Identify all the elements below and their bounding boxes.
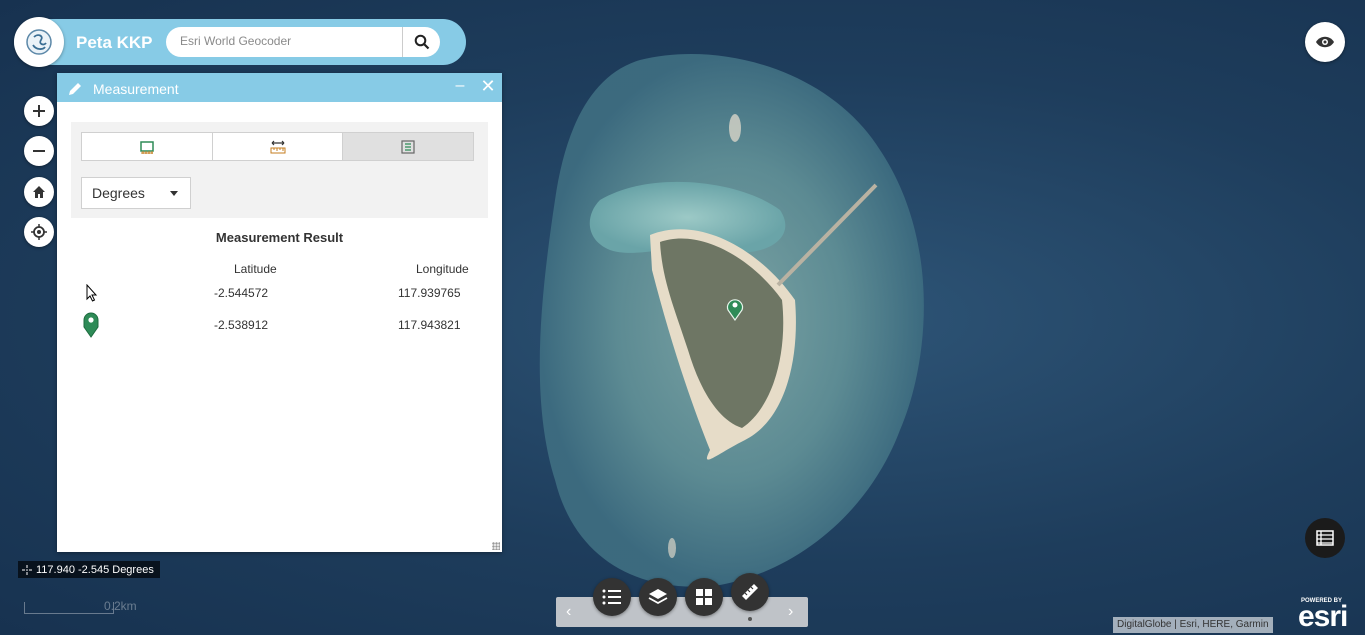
measurement-button[interactable]	[731, 573, 769, 611]
list-icon	[602, 589, 621, 605]
basemap-gallery-button[interactable]	[685, 578, 723, 616]
legend-button[interactable]	[593, 578, 631, 616]
tool-area-button[interactable]	[82, 133, 213, 160]
minimize-button[interactable]: –	[453, 77, 467, 95]
locate-button[interactable]	[24, 217, 54, 247]
search-icon	[414, 34, 429, 50]
pencil-icon	[69, 83, 81, 95]
row2-latitude: -2.538912	[214, 318, 269, 332]
plus-icon	[33, 105, 45, 117]
unit-value: Degrees	[92, 185, 145, 201]
caret-down-icon	[170, 191, 178, 196]
zoom-out-button[interactable]	[24, 136, 54, 166]
measurement-panel: Measurement – ✕ Degrees Measurement Resu…	[57, 73, 502, 552]
tray-next-arrow[interactable]: ›	[788, 603, 793, 621]
result-title: Measurement Result	[215, 230, 344, 245]
search-button[interactable]	[402, 27, 440, 57]
latitude-header: Latitude	[234, 262, 277, 276]
home-button[interactable]	[24, 177, 54, 207]
row1-longitude: 117.939765	[398, 286, 461, 300]
coordinate-readout[interactable]: 117.940 -2.545 Degrees	[18, 561, 160, 578]
app-logo[interactable]	[14, 17, 64, 67]
measurement-toolbar: Degrees	[71, 122, 488, 218]
grid-icon	[696, 589, 712, 605]
close-button[interactable]: ✕	[480, 76, 496, 97]
panel-titlebar[interactable]: Measurement – ✕	[57, 73, 502, 102]
eye-icon	[1316, 36, 1334, 48]
layers-button[interactable]	[639, 578, 677, 616]
map-attribution: DigitalGlobe | Esri, HERE, Garmin	[1113, 617, 1273, 633]
search-input[interactable]	[180, 30, 400, 52]
crosshair-icon	[18, 561, 36, 578]
cursor-icon	[86, 284, 98, 302]
tool-tabs	[81, 132, 474, 161]
location-grid-icon	[401, 139, 415, 154]
locate-icon	[31, 224, 47, 240]
scalebar	[24, 602, 114, 614]
app-title: Peta KKP	[76, 33, 153, 52]
zoom-in-button[interactable]	[24, 96, 54, 126]
tool-location-button[interactable]	[343, 133, 474, 160]
tray-prev-arrow[interactable]: ‹	[566, 603, 571, 621]
row1-latitude: -2.544572	[214, 286, 269, 300]
distance-ruler-icon	[270, 140, 285, 153]
resize-handle[interactable]	[492, 542, 500, 550]
ruler-icon	[742, 584, 758, 600]
longitude-header: Longitude	[416, 262, 469, 276]
minus-icon	[33, 150, 45, 152]
coordinate-text: 117.940 -2.545 Degrees	[36, 563, 154, 576]
attribute-table-button[interactable]	[1305, 518, 1345, 558]
scalebar-label: 0.2km	[104, 599, 137, 613]
kkp-logo-icon	[26, 29, 52, 55]
panel-title: Measurement	[93, 81, 179, 97]
esri-logo[interactable]: esri	[1298, 600, 1348, 634]
visibility-button[interactable]	[1305, 22, 1345, 62]
row2-longitude: 117.943821	[398, 318, 461, 332]
unit-dropdown[interactable]: Degrees	[81, 177, 191, 209]
geocoder-search	[166, 27, 440, 57]
tool-distance-button[interactable]	[212, 133, 344, 160]
area-ruler-icon	[140, 140, 154, 154]
tray-page-dot	[748, 617, 752, 621]
home-icon	[33, 186, 45, 198]
layers-icon	[648, 589, 668, 605]
table-icon	[1316, 530, 1334, 546]
green-marker-icon	[83, 312, 99, 338]
